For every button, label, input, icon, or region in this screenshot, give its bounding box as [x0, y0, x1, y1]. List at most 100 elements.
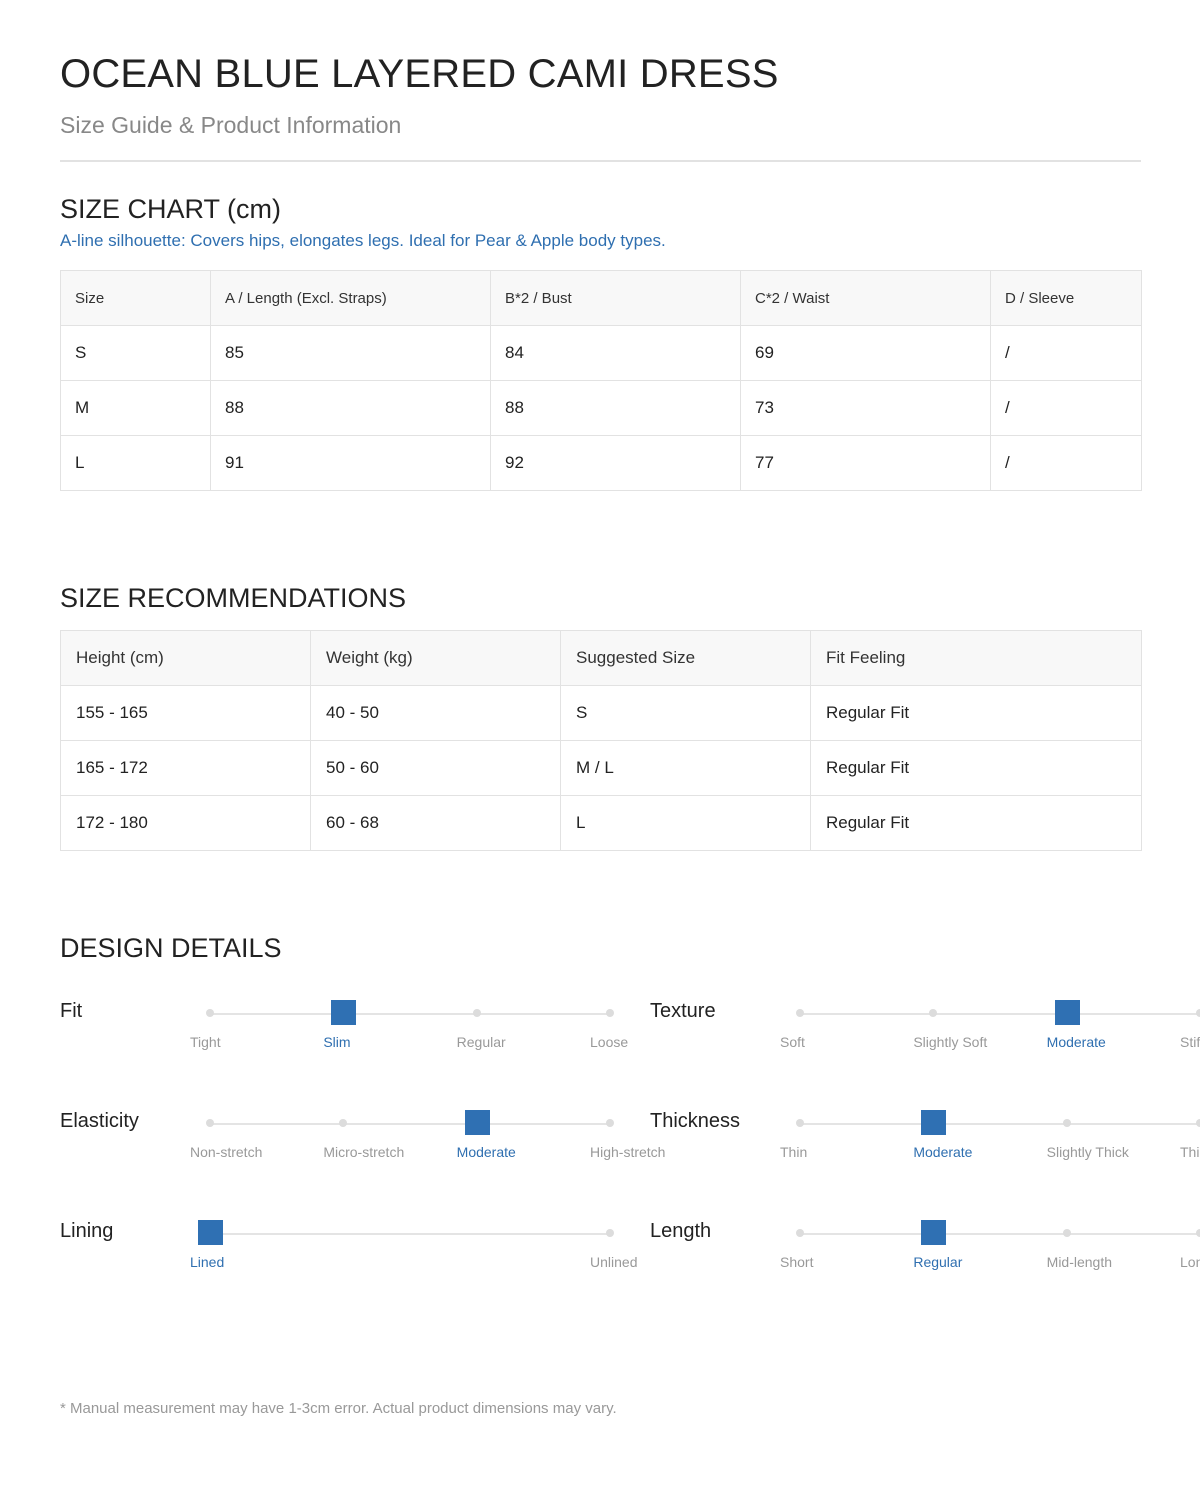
rating-scale-track [800, 1123, 1200, 1125]
table-row: 165 - 172 50 - 60 M / L Regular Fit [60, 740, 1142, 796]
table-cell: L [560, 795, 811, 851]
scale-option-label: Moderate [913, 1144, 973, 1160]
scale-option-label: Non-stretch [190, 1144, 263, 1160]
rating-scale-track [800, 1013, 1200, 1015]
table-cell: / [990, 325, 1142, 381]
selected-level-marker [464, 1110, 490, 1135]
scale-dot [1196, 1229, 1200, 1237]
table-cell: 84 [490, 325, 741, 381]
scale-option-label: Thick [1180, 1144, 1200, 1160]
table-cell: 85 [210, 325, 491, 381]
table-row: 155 - 165 40 - 50 S Regular Fit [60, 685, 1142, 741]
table-cell: S [560, 685, 811, 741]
scale-dot [796, 1009, 804, 1017]
design-detail-label: Fit [60, 1000, 83, 1022]
table-row: L 91 92 77/ [60, 435, 1142, 491]
scale-option-label: Lined [190, 1254, 225, 1270]
table-cell: 50 - 60 [310, 740, 561, 796]
header-divider [60, 160, 1141, 162]
table-cell: / [990, 380, 1142, 436]
scale-option-label: Short [780, 1254, 814, 1270]
scale-option-label: Loose [590, 1034, 629, 1050]
table-cell: L [60, 435, 211, 491]
recommendations-table: Height (cm) Weight (kg) Suggested Size Fit … [60, 630, 1142, 851]
scale-option-label: Slightly Thick [1046, 1144, 1129, 1160]
scale-dot [606, 1229, 614, 1237]
rating-scale-track [800, 1233, 1200, 1235]
column-header: D / Sleeve [990, 270, 1142, 326]
scale-option-label: Soft [780, 1034, 805, 1050]
table-cell: M [60, 380, 211, 436]
scale-option-label: Mid-length [1046, 1254, 1113, 1270]
table-cell: 165 - 172 [60, 740, 311, 796]
rating-scale-track [210, 1123, 610, 1125]
scale-option-label: Micro-stretch [323, 1144, 405, 1160]
scale-option-label: Stiff [1180, 1034, 1200, 1050]
scale-option-label: Unlined [590, 1254, 638, 1270]
selected-level-marker [921, 1220, 947, 1245]
selected-level-marker [198, 1220, 223, 1245]
design-details-title: DESIGN DETAILS [60, 933, 282, 963]
table-cell: 88 [210, 380, 491, 436]
design-detail-label: Elasticity [60, 1110, 139, 1132]
scale-option-label: Regular [456, 1034, 506, 1050]
scale-option-label: Moderate [456, 1144, 516, 1160]
scale-option-label: Thin [780, 1144, 808, 1160]
scale-option-label: Regular [913, 1254, 963, 1270]
scale-option-label: Slim [323, 1034, 351, 1050]
scale-dot [929, 1009, 938, 1017]
measurement-footnote: * Manual measurement may have 1-3cm erro… [60, 1400, 617, 1417]
column-header: Suggested Size [560, 630, 811, 686]
table-cell: 73 [740, 380, 991, 436]
scale-dot [606, 1119, 614, 1127]
silhouette-note: A-line silhouette: Covers hips, elongate… [60, 231, 666, 250]
column-header: Size [60, 270, 211, 326]
scale-dot [1196, 1009, 1200, 1017]
scale-option-label: Moderate [1046, 1034, 1106, 1050]
table-cell: 88 [490, 380, 741, 436]
table-row: 172 - 180 60 - 68 L Regular Fit [60, 795, 1142, 851]
scale-dot [472, 1009, 481, 1017]
design-detail-label: Length [650, 1220, 712, 1242]
scale-dot [206, 1009, 214, 1017]
table-cell: S [60, 325, 211, 381]
column-header: Height (cm) [60, 630, 311, 686]
scale-dot [1196, 1119, 1200, 1127]
column-header: A / Length (Excl. Straps) [210, 270, 491, 326]
table-cell: Regular Fit [810, 795, 1142, 851]
design-detail-label: Thickness [650, 1110, 741, 1132]
page-subtitle: Size Guide & Product Information [60, 112, 402, 138]
selected-level-marker [331, 1000, 357, 1025]
selected-level-marker [1054, 1000, 1080, 1025]
table-cell: / [990, 435, 1142, 491]
scale-dot [796, 1229, 804, 1237]
table-cell: 172 - 180 [60, 795, 311, 851]
recommendations-title: SIZE RECOMMENDATIONS [60, 583, 407, 613]
scale-dot [1062, 1229, 1071, 1237]
table-cell: 155 - 165 [60, 685, 311, 741]
table-row: M 88 88 73/ [60, 380, 1142, 436]
table-cell: 60 - 68 [310, 795, 561, 851]
design-detail-label: Lining [60, 1220, 114, 1242]
column-header: Fit Feeling [810, 630, 1142, 686]
scale-dot [606, 1009, 614, 1017]
scale-dot [339, 1119, 348, 1127]
scale-dot [206, 1119, 214, 1127]
scale-option-label: Long [1180, 1254, 1200, 1270]
design-detail-label: Texture [650, 1000, 716, 1022]
table-cell: Regular Fit [810, 685, 1142, 741]
table-cell: 40 - 50 [310, 685, 561, 741]
table-cell: 69 [740, 325, 991, 381]
table-cell: M / L [560, 740, 811, 796]
table-header-row: Height (cm) Weight (kg) Suggested Size Fit … [60, 630, 1142, 686]
scale-option-label: High-stretch [590, 1144, 666, 1160]
column-header: Weight (kg) [310, 630, 561, 686]
scale-dot [796, 1119, 804, 1127]
scale-option-label: Slightly Soft [913, 1034, 988, 1050]
table-cell: Regular Fit [810, 740, 1142, 796]
scale-option-label: Tight [190, 1034, 221, 1050]
table-row: S 85 84 69/ [60, 325, 1142, 381]
table-cell: 77 [740, 435, 991, 491]
table-cell: 92 [490, 435, 741, 491]
size-chart-title: SIZE CHART (cm) [60, 194, 282, 224]
